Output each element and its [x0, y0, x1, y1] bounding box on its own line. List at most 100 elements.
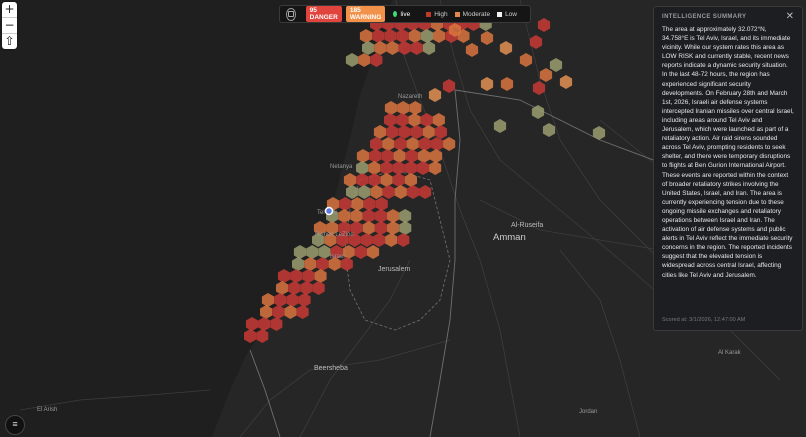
- risk-hex[interactable]: [363, 197, 376, 211]
- risk-hex[interactable]: [384, 113, 397, 127]
- risk-hex[interactable]: [312, 281, 325, 295]
- risk-hex[interactable]: [404, 161, 417, 175]
- risk-hex[interactable]: [537, 18, 551, 32]
- risk-hex[interactable]: [428, 88, 442, 102]
- risk-hex[interactable]: [270, 317, 283, 331]
- risk-hex[interactable]: [393, 149, 406, 163]
- risk-hex[interactable]: [351, 197, 364, 211]
- compass-reset-button[interactable]: ⇧: [2, 34, 17, 49]
- risk-hex[interactable]: [405, 149, 418, 163]
- risk-hex[interactable]: [368, 173, 381, 187]
- risk-hex[interactable]: [362, 221, 375, 235]
- risk-hex[interactable]: [434, 125, 447, 139]
- zoom-in-button[interactable]: +: [2, 2, 17, 18]
- risk-hex[interactable]: [382, 137, 395, 151]
- risk-hex[interactable]: [360, 233, 373, 247]
- risk-hex[interactable]: [296, 305, 309, 319]
- risk-hex[interactable]: [387, 221, 400, 235]
- risk-hex[interactable]: [442, 79, 456, 93]
- risk-hex[interactable]: [300, 281, 313, 295]
- risk-hex[interactable]: [394, 137, 407, 151]
- risk-hex[interactable]: [398, 125, 411, 139]
- risk-hex[interactable]: [368, 161, 381, 175]
- risk-hex[interactable]: [419, 185, 432, 199]
- risk-hex[interactable]: [433, 29, 446, 43]
- risk-hex[interactable]: [422, 125, 435, 139]
- risk-hex[interactable]: [350, 209, 363, 223]
- risk-hex[interactable]: [406, 185, 420, 199]
- risk-hex[interactable]: [429, 161, 442, 175]
- risk-hex[interactable]: [316, 257, 329, 271]
- risk-hex[interactable]: [396, 113, 409, 127]
- risk-hex[interactable]: [559, 75, 573, 89]
- risk-hex[interactable]: [375, 197, 388, 211]
- risk-hex[interactable]: [420, 113, 433, 127]
- risk-hex[interactable]: [385, 233, 398, 247]
- risk-hex[interactable]: [382, 185, 395, 199]
- risk-hex[interactable]: [318, 245, 331, 259]
- risk-hex[interactable]: [374, 209, 387, 223]
- risk-hex[interactable]: [374, 221, 387, 235]
- risk-hex[interactable]: [397, 233, 410, 247]
- risk-hex[interactable]: [392, 173, 405, 187]
- risk-hex[interactable]: [314, 269, 327, 283]
- risk-hex[interactable]: [392, 161, 405, 175]
- risk-hex[interactable]: [302, 269, 315, 283]
- risk-hex[interactable]: [386, 209, 400, 223]
- risk-hex[interactable]: [404, 173, 417, 187]
- risk-hex[interactable]: [430, 137, 444, 151]
- risk-hex[interactable]: [416, 161, 430, 175]
- zoom-out-button[interactable]: −: [2, 18, 17, 34]
- risk-hex[interactable]: [465, 43, 479, 57]
- menu-button[interactable]: ≡: [5, 415, 25, 435]
- risk-hex[interactable]: [480, 31, 494, 45]
- risk-hex[interactable]: [370, 185, 383, 199]
- risk-hex[interactable]: [358, 185, 371, 199]
- risk-hex[interactable]: [343, 173, 357, 187]
- risk-hex[interactable]: [549, 58, 563, 72]
- risk-hex[interactable]: [354, 245, 367, 259]
- risk-hex[interactable]: [410, 41, 423, 55]
- risk-hex[interactable]: [410, 125, 423, 139]
- risk-hex[interactable]: [356, 161, 369, 175]
- risk-hex[interactable]: [381, 149, 394, 163]
- risk-hex[interactable]: [500, 77, 514, 91]
- risk-hex[interactable]: [384, 101, 398, 115]
- risk-hex[interactable]: [367, 245, 380, 259]
- risk-hex[interactable]: [380, 173, 393, 187]
- risk-hex[interactable]: [418, 137, 431, 151]
- risk-hex[interactable]: [409, 101, 422, 115]
- risk-hex[interactable]: [394, 185, 407, 199]
- risk-hex[interactable]: [399, 209, 412, 223]
- risk-hex[interactable]: [386, 41, 399, 55]
- risk-hex[interactable]: [362, 209, 375, 223]
- risk-hex[interactable]: [356, 149, 370, 163]
- risk-hex[interactable]: [396, 29, 409, 43]
- risk-hex[interactable]: [399, 221, 412, 235]
- risk-hex[interactable]: [532, 81, 546, 95]
- risk-hex[interactable]: [406, 137, 419, 151]
- risk-hex[interactable]: [369, 149, 382, 163]
- risk-hex[interactable]: [373, 125, 387, 139]
- risk-hex[interactable]: [339, 197, 352, 211]
- risk-hex[interactable]: [284, 305, 297, 319]
- risk-hex[interactable]: [493, 119, 507, 133]
- risk-hex[interactable]: [386, 125, 399, 139]
- risk-hex[interactable]: [356, 173, 369, 187]
- risk-hex[interactable]: [422, 41, 436, 55]
- close-icon[interactable]: ✕: [786, 11, 794, 22]
- risk-hex[interactable]: [417, 149, 430, 163]
- risk-hex[interactable]: [384, 29, 397, 43]
- risk-hex[interactable]: [519, 53, 533, 67]
- risk-hex[interactable]: [298, 293, 311, 307]
- risk-hex[interactable]: [398, 41, 411, 55]
- risk-hex[interactable]: [592, 126, 606, 140]
- risk-hex[interactable]: [443, 137, 456, 151]
- risk-hex[interactable]: [480, 77, 494, 91]
- risk-hex[interactable]: [499, 41, 513, 55]
- risk-hex[interactable]: [380, 161, 393, 175]
- risk-hex[interactable]: [408, 113, 421, 127]
- risk-hex[interactable]: [346, 185, 359, 199]
- risk-hex[interactable]: [539, 68, 553, 82]
- risk-hex[interactable]: [432, 113, 445, 127]
